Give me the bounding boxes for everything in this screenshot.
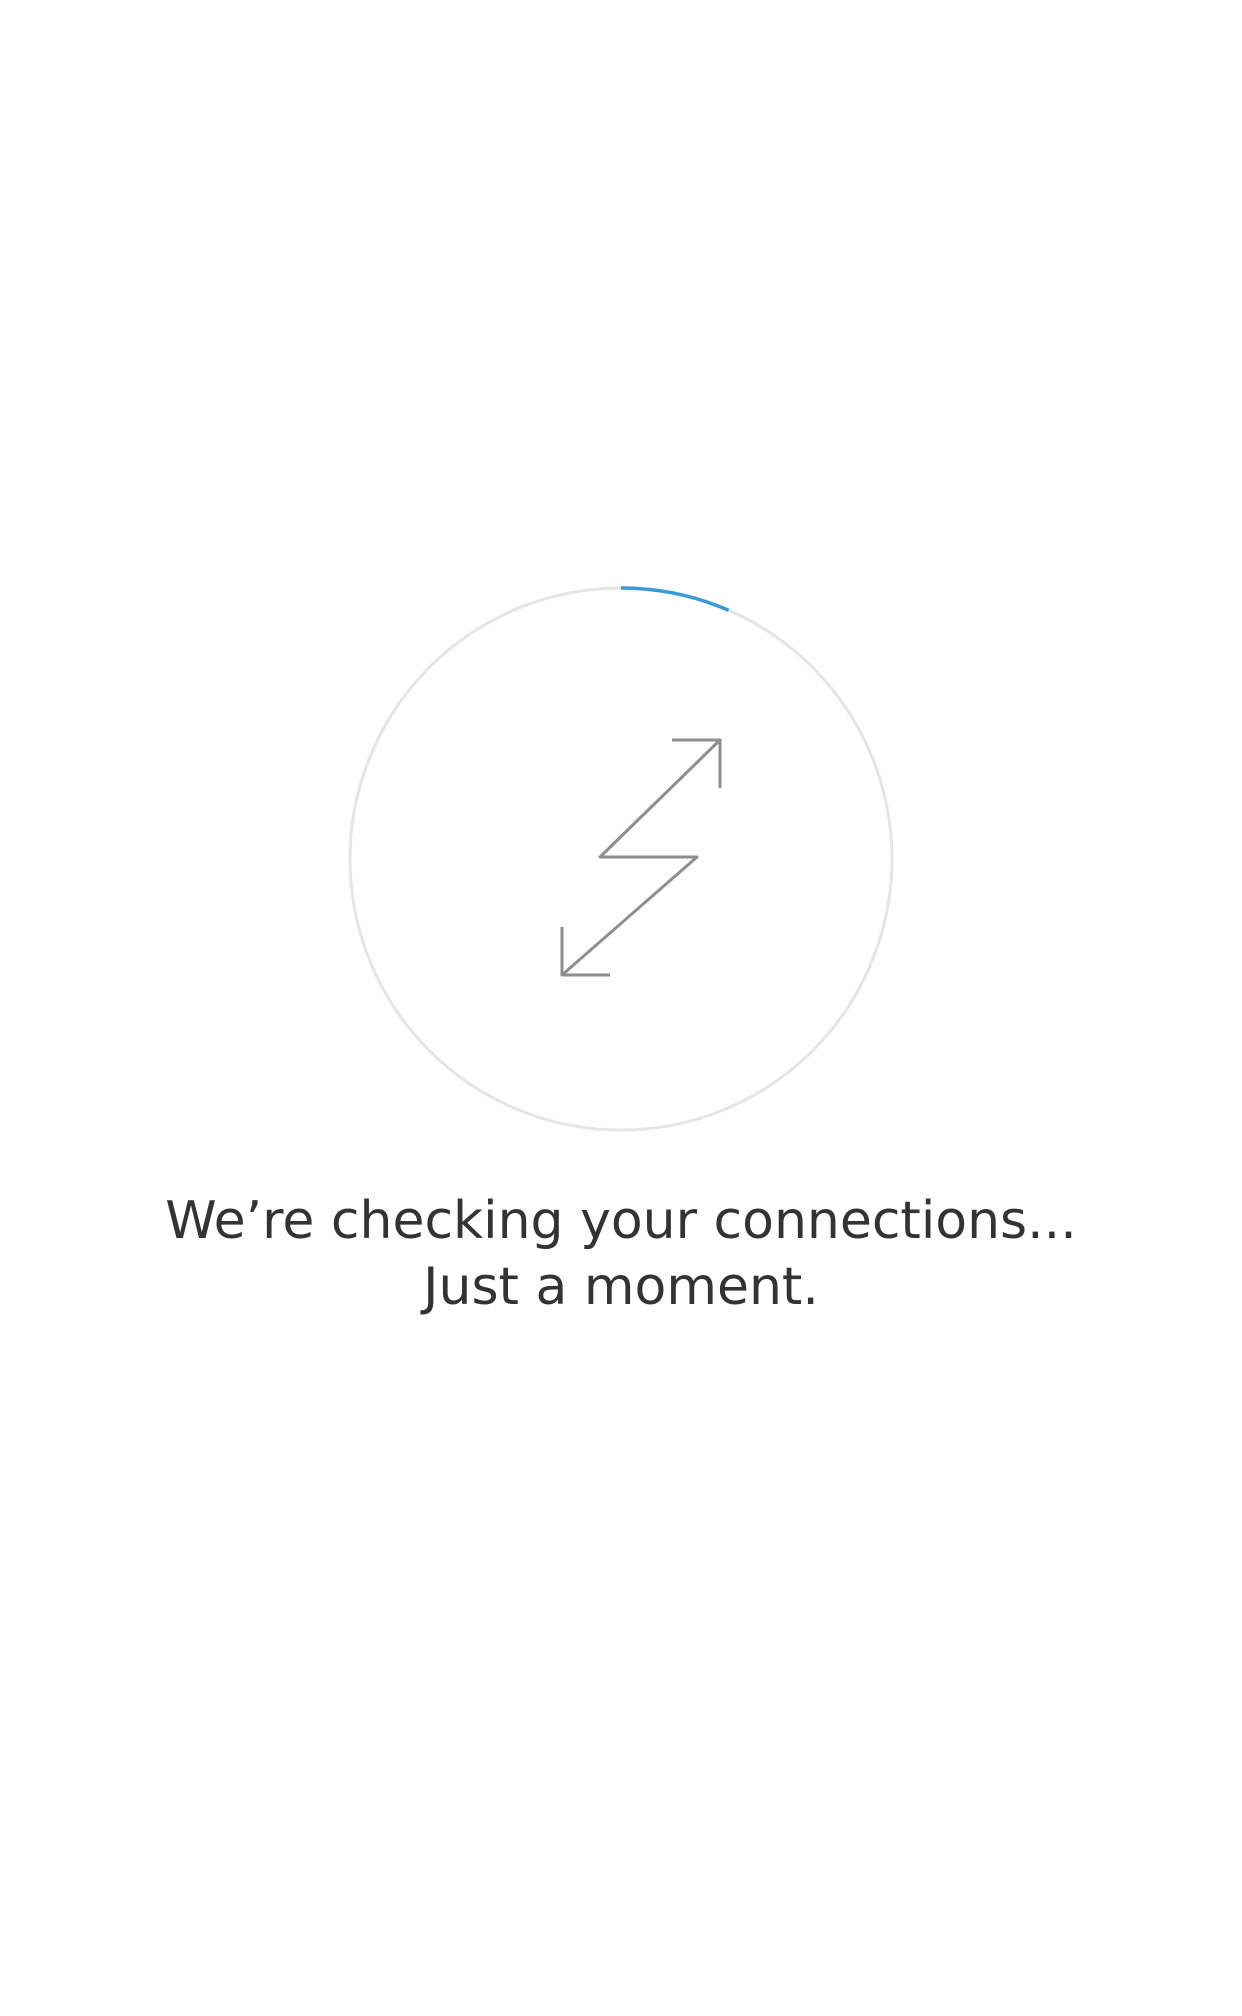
- status-line-moment: Just a moment.: [423, 1257, 819, 1317]
- spinner-track: [348, 586, 894, 1132]
- spinner-progress-arc: [620, 586, 730, 612]
- spinner-graphic: [348, 586, 894, 1132]
- loading-spinner: [345, 583, 897, 1135]
- status-message: We’re checking your connections... Just …: [0, 1188, 1242, 1320]
- connection-bolt-icon: [560, 738, 722, 977]
- loading-screen: We’re checking your connections... Just …: [0, 0, 1242, 2016]
- status-line-checking: We’re checking your connections...: [165, 1191, 1077, 1251]
